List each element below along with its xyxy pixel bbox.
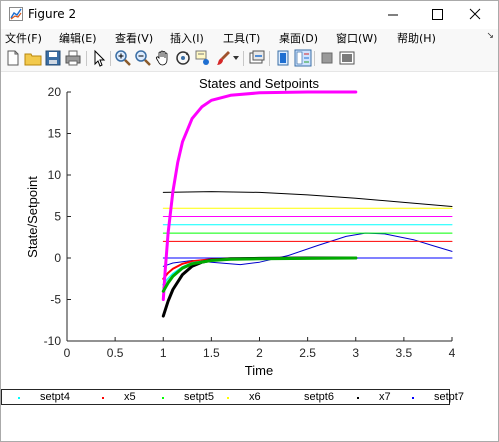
data-cursor-icon[interactable] [194,49,212,67]
matlab-figure-icon [9,7,23,21]
legend-label: setpt7 [434,391,464,403]
y-tick-label: 10 [48,168,62,182]
toolbar-separator [86,51,87,66]
legend-marker [162,397,164,399]
legend-marker [357,397,359,399]
zoom-in-icon[interactable] [114,49,132,67]
plot-tools-gray-icon[interactable] [318,49,336,67]
y-tick-label: 0 [54,251,61,265]
legend-label: x6 [249,391,261,403]
y-tick-label: -10 [44,334,62,348]
brush-icon[interactable] [214,49,232,67]
menu-help[interactable]: 帮助(H) [397,30,436,46]
legend-label: x7 [379,391,391,403]
x-tick-label: 3.5 [396,346,413,360]
maximize-icon [432,9,443,20]
hide-plot-tools-icon[interactable] [274,49,292,67]
x-tick-label: 4 [449,346,456,360]
menu-edit[interactable]: 编辑(E) [59,30,97,46]
y-tick-label: -5 [50,293,61,307]
toolbar-separator [110,51,111,66]
y-axis-label: State/Setpoint [25,176,40,258]
y-tick-label: 5 [54,210,61,224]
chart-title: States and Setpoints [199,76,319,91]
legend-label: setpt6 [304,391,334,403]
figure-toolbar [1,47,498,72]
figure-window: Figure 2 文件(F) 编辑(E) 查看(V) 插入(I) 工具(T) 桌… [0,0,499,442]
legend-marker [282,397,284,399]
menu-file[interactable]: 文件(F) [5,30,42,46]
menu-view[interactable]: 查看(V) [115,30,153,46]
series-line [161,256,358,293]
menu-desktop[interactable]: 桌面(D) [279,30,318,46]
menu-insert[interactable]: 插入(I) [170,30,204,46]
legend-label: setpt4 [40,391,70,403]
menu-tools[interactable]: 工具(T) [223,30,260,46]
x-tick-label: 3 [352,346,359,360]
legend-marker [18,397,20,399]
x-tick-label: 2.5 [299,346,316,360]
zoom-out-icon[interactable] [134,49,152,67]
series-line [161,256,358,318]
brush-dropdown-icon[interactable] [233,55,239,61]
x-tick-label: 2 [256,346,263,360]
x-tick-label: 1.5 [203,346,220,360]
toolbar-separator [269,51,270,66]
pointer-icon[interactable] [90,49,108,67]
x-tick-label: 0 [64,346,71,360]
legend[interactable]: setpt4 x5 setpt5 x6 setpt6 x7 setpt7 [1,389,464,405]
link-plot-icon[interactable] [248,49,266,67]
new-file-icon[interactable] [4,49,22,67]
maximize-button[interactable] [415,1,459,29]
minimize-icon [388,14,398,16]
print-icon[interactable] [64,49,82,67]
legend-marker [412,397,414,399]
y-tick-label: 15 [48,127,62,141]
toolbar-separator [314,51,315,66]
window-title: Figure 2 [28,7,77,21]
menu-bar: 文件(F) 编辑(E) 查看(V) 插入(I) 工具(T) 桌面(D) 窗口(W… [1,29,498,47]
save-icon[interactable] [44,49,62,67]
legend-label: setpt5 [184,391,214,403]
close-icon [469,8,481,20]
legend-marker [102,397,104,399]
rotate-3d-icon[interactable] [174,49,192,67]
series-line [162,257,357,280]
x-tick-label: 0.5 [107,346,124,360]
close-button[interactable] [454,1,498,29]
menu-window[interactable]: 窗口(W) [336,30,377,46]
chart: States and Setpoints Time State/Setpoint… [25,76,456,378]
pan-icon[interactable] [154,49,172,67]
toolbar-separator [243,51,244,66]
figure-canvas: States and Setpoints Time State/Setpoint… [1,72,498,441]
dock-arrow-icon[interactable]: ↘ [486,31,494,41]
series-line [162,191,453,207]
show-plot-tools-icon[interactable] [294,49,312,67]
x-axis-label: Time [245,363,273,378]
title-bar[interactable]: Figure 2 [1,1,498,29]
open-folder-icon[interactable] [24,49,42,67]
plot-area[interactable]: 0 0.5 1 1.5 2 2.5 3 3.5 4 -10 -5 0 5 10 15 20 [44,85,456,360]
legend-label: x5 [124,391,136,403]
minimize-button[interactable] [371,1,415,29]
plot-tools-dock-icon[interactable] [338,49,356,67]
x-tick-label: 1 [160,346,167,360]
y-tick-label: 20 [48,85,62,99]
legend-marker [227,397,229,399]
